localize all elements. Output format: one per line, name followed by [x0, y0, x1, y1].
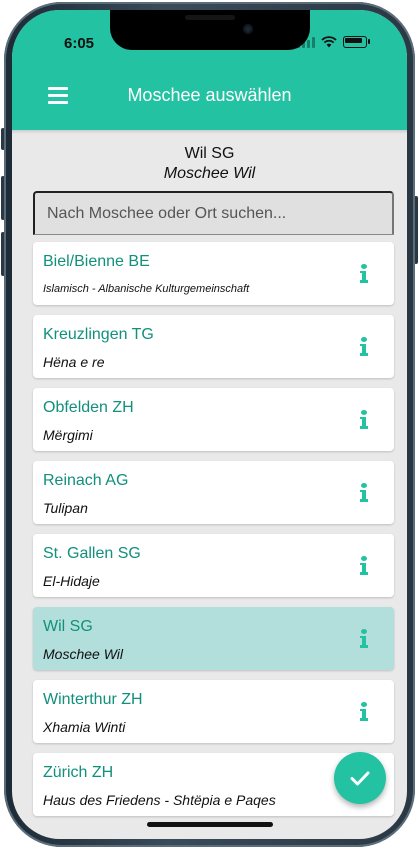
speaker-grille: [185, 15, 235, 20]
status-time: 6:05: [64, 35, 95, 52]
list-item-city: Biel/Bienne BE: [43, 253, 150, 270]
list-item-selected[interactable]: Wil SG Moschee Wil: [33, 607, 394, 670]
checkmark-icon: [350, 771, 370, 786]
notch: [110, 10, 310, 50]
list-item-mosque: Xhamia Winti: [43, 719, 126, 735]
list-item-city: Reinach AG: [43, 472, 129, 489]
list-item-city: St. Gallen SG: [43, 545, 141, 562]
page-title: Moschee auswählen: [127, 85, 292, 105]
confirm-button[interactable]: [334, 752, 386, 804]
list-item-mosque: Hëna e re: [43, 354, 105, 370]
list-item[interactable]: St. Gallen SG El-Hidaje: [33, 534, 394, 597]
info-icon[interactable]: [360, 264, 368, 284]
list-item[interactable]: Reinach AG Tulipan: [33, 461, 394, 524]
list-item-city: Obfelden ZH: [43, 399, 134, 416]
front-camera-icon: [243, 24, 253, 34]
info-icon[interactable]: [360, 410, 368, 430]
list-item-mosque: Moschee Wil: [43, 646, 124, 662]
list-item-city: Winterthur ZH: [43, 691, 143, 708]
selected-city: Wil SG: [184, 145, 235, 162]
list-item-city: Wil SG: [43, 618, 93, 635]
info-icon[interactable]: [360, 483, 368, 503]
status-icons: [297, 36, 370, 48]
list-item-mosque: El-Hidaje: [43, 573, 100, 589]
info-icon[interactable]: [360, 556, 368, 576]
wifi-icon: [321, 36, 337, 48]
info-icon[interactable]: [360, 337, 368, 357]
list-item-mosque: Haus des Friedens - Shtëpia e Paqes: [43, 792, 276, 808]
cellular-signal-icon: [297, 36, 315, 48]
search-input[interactable]: [33, 191, 394, 235]
list-item-mosque: Mërgimi: [43, 427, 93, 443]
battery-icon: [343, 36, 370, 48]
mosque-list: Biel/Bienne BE Islamisch - Albanische Ku…: [33, 242, 394, 826]
list-item-mosque: Tulipan: [43, 500, 88, 516]
app-bar-shadow: [12, 130, 407, 134]
phone-device: 6:05 Moschee auswählen Wil SG Moschee Wi…: [0, 0, 419, 849]
home-indicator[interactable]: [147, 822, 273, 827]
info-icon[interactable]: [360, 629, 368, 649]
list-item[interactable]: Obfelden ZH Mërgimi: [33, 388, 394, 451]
selected-mosque-header: Wil SG Moschee Wil: [12, 144, 407, 184]
list-item-city: Zürich ZH: [43, 764, 114, 781]
list-item-city: Kreuzlingen TG: [43, 326, 154, 343]
selected-mosque-name: Moschee Wil: [163, 165, 256, 182]
list-item[interactable]: Biel/Bienne BE Islamisch - Albanische Ku…: [33, 242, 394, 305]
list-item[interactable]: Kreuzlingen TG Hëna e re: [33, 315, 394, 378]
list-item-mosque: Islamisch - Albanische Kulturgemeinschaf…: [43, 283, 250, 295]
list-item[interactable]: Winterthur ZH Xhamia Winti: [33, 680, 394, 743]
screen: 6:05 Moschee auswählen Wil SG Moschee Wi…: [12, 10, 407, 839]
info-icon[interactable]: [360, 702, 368, 722]
